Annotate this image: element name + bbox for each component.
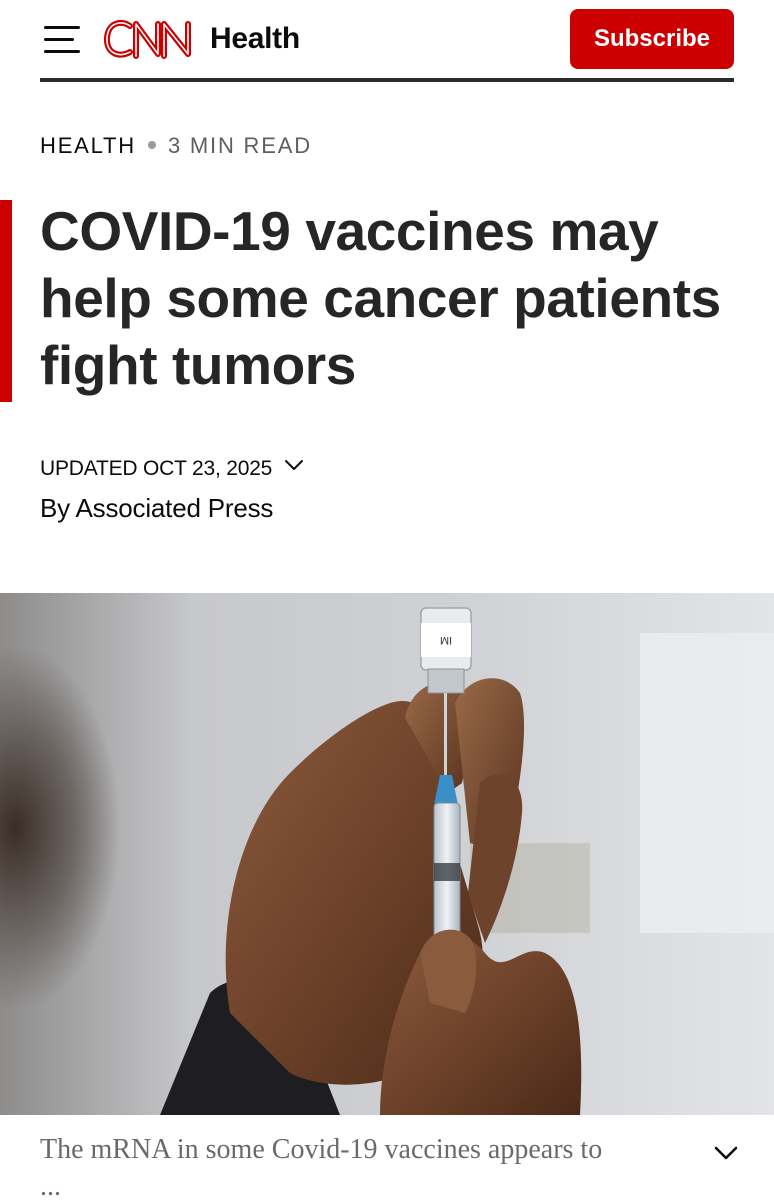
article-kicker: HEALTH 3 MIN READ bbox=[40, 132, 312, 160]
hamburger-menu-icon[interactable] bbox=[40, 22, 84, 56]
image-caption[interactable]: The mRNA in some Covid-19 vaccines appea… bbox=[40, 1130, 700, 1204]
article-byline: By Associated Press bbox=[40, 493, 274, 523]
caption-text: The mRNA in some Covid-19 vaccines appea… bbox=[40, 1134, 603, 1165]
caption-ellipsis: ... bbox=[40, 1171, 61, 1202]
headline-accent-bar bbox=[0, 200, 12, 402]
site-header: Health Subscribe bbox=[0, 0, 774, 84]
vial-label: IM bbox=[440, 634, 452, 646]
hero-image[interactable]: IM bbox=[0, 593, 774, 1115]
chevron-down-icon[interactable] bbox=[284, 455, 304, 475]
cnn-logo[interactable] bbox=[102, 16, 196, 62]
kicker-separator-dot bbox=[147, 141, 156, 150]
read-time: 3 MIN READ bbox=[167, 133, 312, 158]
subscribe-button[interactable]: Subscribe bbox=[570, 9, 734, 69]
header-divider bbox=[40, 78, 734, 82]
article-headline: COVID-19 vaccines may help some cancer p… bbox=[40, 200, 721, 396]
updated-timestamp: UPDATED OCT 23, 2025 bbox=[40, 457, 273, 480]
section-title[interactable]: Health bbox=[210, 21, 300, 57]
chevron-down-icon[interactable] bbox=[710, 1140, 742, 1166]
kicker-category-link[interactable]: HEALTH bbox=[40, 133, 136, 158]
updated-timestamp-toggle[interactable]: UPDATED OCT 23, 2025 bbox=[40, 455, 304, 483]
